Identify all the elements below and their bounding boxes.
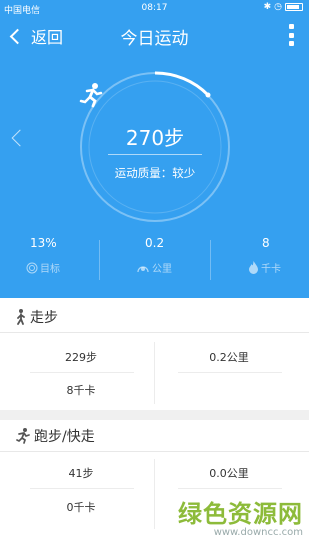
page: 中国电信 08:17 ✱ ◷ 返回 今日运动 270步 运动质量：较少 13% … [0,0,309,550]
exercise-quality: 运动质量：较少 [114,166,196,180]
running-person-icon [16,427,30,444]
nav-bar: 返回 今日运动 [0,18,309,54]
section-title: 走步 [30,309,58,326]
divider [178,488,282,489]
divider [30,372,134,373]
section-gap [0,410,309,420]
stat-label-wrap: 公里 [136,260,172,275]
status-icons: ✱ ◷ [264,2,303,12]
divider [99,240,100,280]
speedometer-icon [137,265,149,272]
watermark-title: 绿色资源网 [178,500,303,528]
stat-value: 13% [30,236,57,250]
walking-distance: 0.2公里 [209,351,249,364]
divider [154,459,155,529]
stat-calories: 8 千卡 [206,232,309,282]
watermark: 绿色资源网 www.downcc.com [178,494,303,538]
total-steps: 270步 [125,126,185,150]
walking-stats: 229步 0.2公里 8千卡 [0,334,309,410]
progress-ring: 270步 运动质量：较少 [78,70,232,224]
running-steps: 41步 [68,467,94,480]
running-calories: 0千卡 [66,501,96,514]
more-menu-button[interactable] [289,24,295,46]
stat-value: 8 [262,236,270,250]
walking-section-header: 走步 [0,301,309,333]
running-distance: 0.0公里 [209,467,249,480]
more-dot [289,32,294,38]
divider [154,342,155,404]
target-icon [26,262,38,273]
stat-goal: 13% 目标 [0,232,103,282]
divider [30,488,134,489]
stat-label-wrap: 目标 [26,260,60,275]
divider [108,154,202,155]
section-title: 跑步/快走 [34,428,95,445]
status-bar: 中国电信 08:17 ✱ ◷ [0,0,309,16]
walking-person-icon [16,308,26,325]
battery-icon [285,3,303,11]
more-dot [289,41,294,46]
walking-calories: 8千卡 [66,384,96,397]
summary-panel: 中国电信 08:17 ✱ ◷ 返回 今日运动 270步 运动质量：较少 13% … [0,0,309,298]
stats-row: 13% 目标 0.2 公里 8 千卡 [0,232,309,282]
page-title: 今日运动 [120,29,189,49]
stat-value: 0.2 [145,236,165,250]
divider [178,372,282,373]
stat-label: 千卡 [261,264,281,275]
previous-day-button[interactable] [11,129,29,147]
stat-label: 公里 [152,264,172,275]
running-section-header: 跑步/快走 [0,420,309,452]
stat-label: 目标 [40,264,60,275]
flame-icon [249,261,258,274]
stat-distance: 0.2 公里 [103,232,206,282]
stat-label-wrap: 千卡 [248,260,281,275]
more-dot [289,24,294,29]
alarm-icon: ◷ [274,2,282,12]
bluetooth-icon: ✱ [263,2,272,12]
walking-steps: 229步 [65,351,97,364]
